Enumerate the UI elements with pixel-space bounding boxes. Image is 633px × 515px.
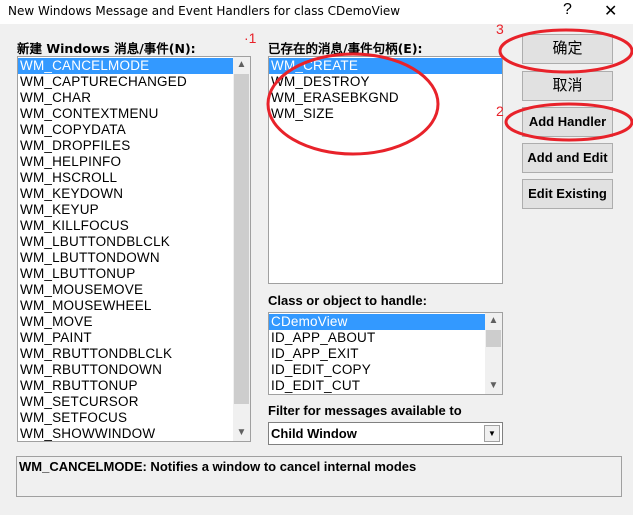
annotation-3: 3: [496, 21, 504, 37]
annotation-ellipse-ok: [498, 28, 633, 74]
annotation-ellipse-existing: [266, 52, 440, 156]
annotation-ellipse-add-handler: [504, 102, 633, 142]
annotation-overlay: [266, 28, 633, 156]
annotation-2: 2: [496, 103, 504, 119]
